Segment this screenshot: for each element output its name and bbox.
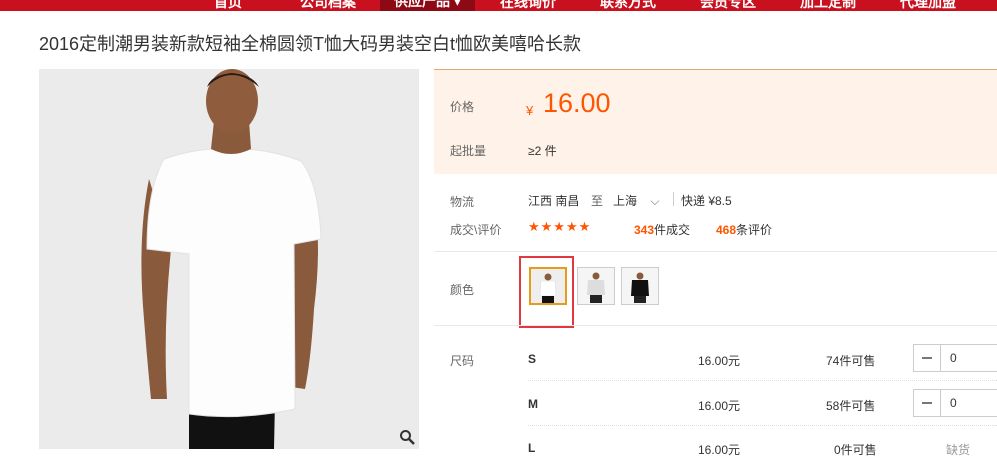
product-title: 2016定制潮男装新款短袖全棉圆领T恤大码男装空白t恤欧美嘻哈长款 xyxy=(39,34,582,54)
size-label: 尺码 xyxy=(450,354,475,368)
size-price: 16.00元 xyxy=(698,399,741,413)
rating-stars: ★★★★★ xyxy=(528,219,592,234)
ship-from: 江西 南昌 xyxy=(528,194,580,208)
size-name: S xyxy=(528,352,537,366)
color-label: 颜色 xyxy=(450,283,475,297)
quantity-stepper[interactable]: 0 xyxy=(913,344,997,372)
product-main-image[interactable] xyxy=(39,69,419,449)
size-stock: 58件可售 xyxy=(826,399,876,413)
size-name: L xyxy=(528,441,536,455)
price-label: 价格 xyxy=(450,100,475,114)
sold-out-label: 缺货 xyxy=(946,443,971,457)
nav-item-company-profile[interactable]: 公司档案 xyxy=(300,0,356,11)
reviews-count[interactable]: 468条评价 xyxy=(716,221,772,238)
nav-item-custom[interactable]: 加工定制 xyxy=(800,0,856,11)
logistics-label: 物流 xyxy=(450,195,475,209)
top-nav: 首页 公司档案 供应产品 ▾ 在线询价 联系方式 会员专区 加工定制 代理加盟 xyxy=(0,0,997,11)
moq-label: 起批量 xyxy=(450,144,487,158)
quantity-value[interactable]: 0 xyxy=(950,351,957,365)
size-stock: 0件可售 xyxy=(834,443,877,457)
rating-label: 成交\评价 xyxy=(450,223,502,237)
moq-value: ≥2 件 xyxy=(528,144,557,158)
ship-to-select[interactable]: 上海 ⌵ xyxy=(613,192,659,209)
nav-item-products[interactable]: 供应产品 ▾ xyxy=(380,0,475,11)
size-name: M xyxy=(528,397,538,411)
model-photo xyxy=(39,69,419,449)
nav-item-contact[interactable]: 联系方式 xyxy=(600,0,656,11)
nav-item-agency[interactable]: 代理加盟 xyxy=(900,0,956,11)
color-swatch-heather[interactable] xyxy=(577,267,615,305)
divider xyxy=(673,192,674,206)
zoom-icon[interactable] xyxy=(399,429,415,445)
size-price: 16.00元 xyxy=(698,443,741,457)
nav-item-inquiry[interactable]: 在线询价 xyxy=(500,0,556,11)
size-stock: 74件可售 xyxy=(826,354,876,368)
ship-to-value: 上海 xyxy=(613,194,638,208)
quantity-value[interactable]: 0 xyxy=(950,396,957,410)
swatch-black-image xyxy=(622,268,658,304)
currency-symbol: ¥ xyxy=(526,103,534,118)
nav-item-home[interactable]: 首页 xyxy=(214,0,242,11)
quantity-stepper[interactable]: 0 xyxy=(913,389,997,417)
color-swatch-black[interactable] xyxy=(621,267,659,305)
deals-count[interactable]: 343件成交 xyxy=(634,221,690,238)
selection-highlight xyxy=(519,256,574,328)
size-price: 16.00元 xyxy=(698,354,741,368)
divider xyxy=(528,380,997,381)
swatch-heather-image xyxy=(578,268,614,304)
chevron-down-icon: ⌵ xyxy=(650,194,660,208)
shipping-fee: 快递 ¥8.5 xyxy=(681,194,732,208)
nav-item-members[interactable]: 会员专区 xyxy=(700,0,756,11)
price-value: 16.00 xyxy=(543,88,611,118)
price-panel xyxy=(434,69,997,174)
minus-button[interactable] xyxy=(914,390,941,416)
divider xyxy=(434,251,997,252)
divider xyxy=(434,325,997,326)
ship-to-word: 至 xyxy=(591,194,604,208)
minus-button[interactable] xyxy=(914,345,941,371)
divider xyxy=(528,425,997,426)
